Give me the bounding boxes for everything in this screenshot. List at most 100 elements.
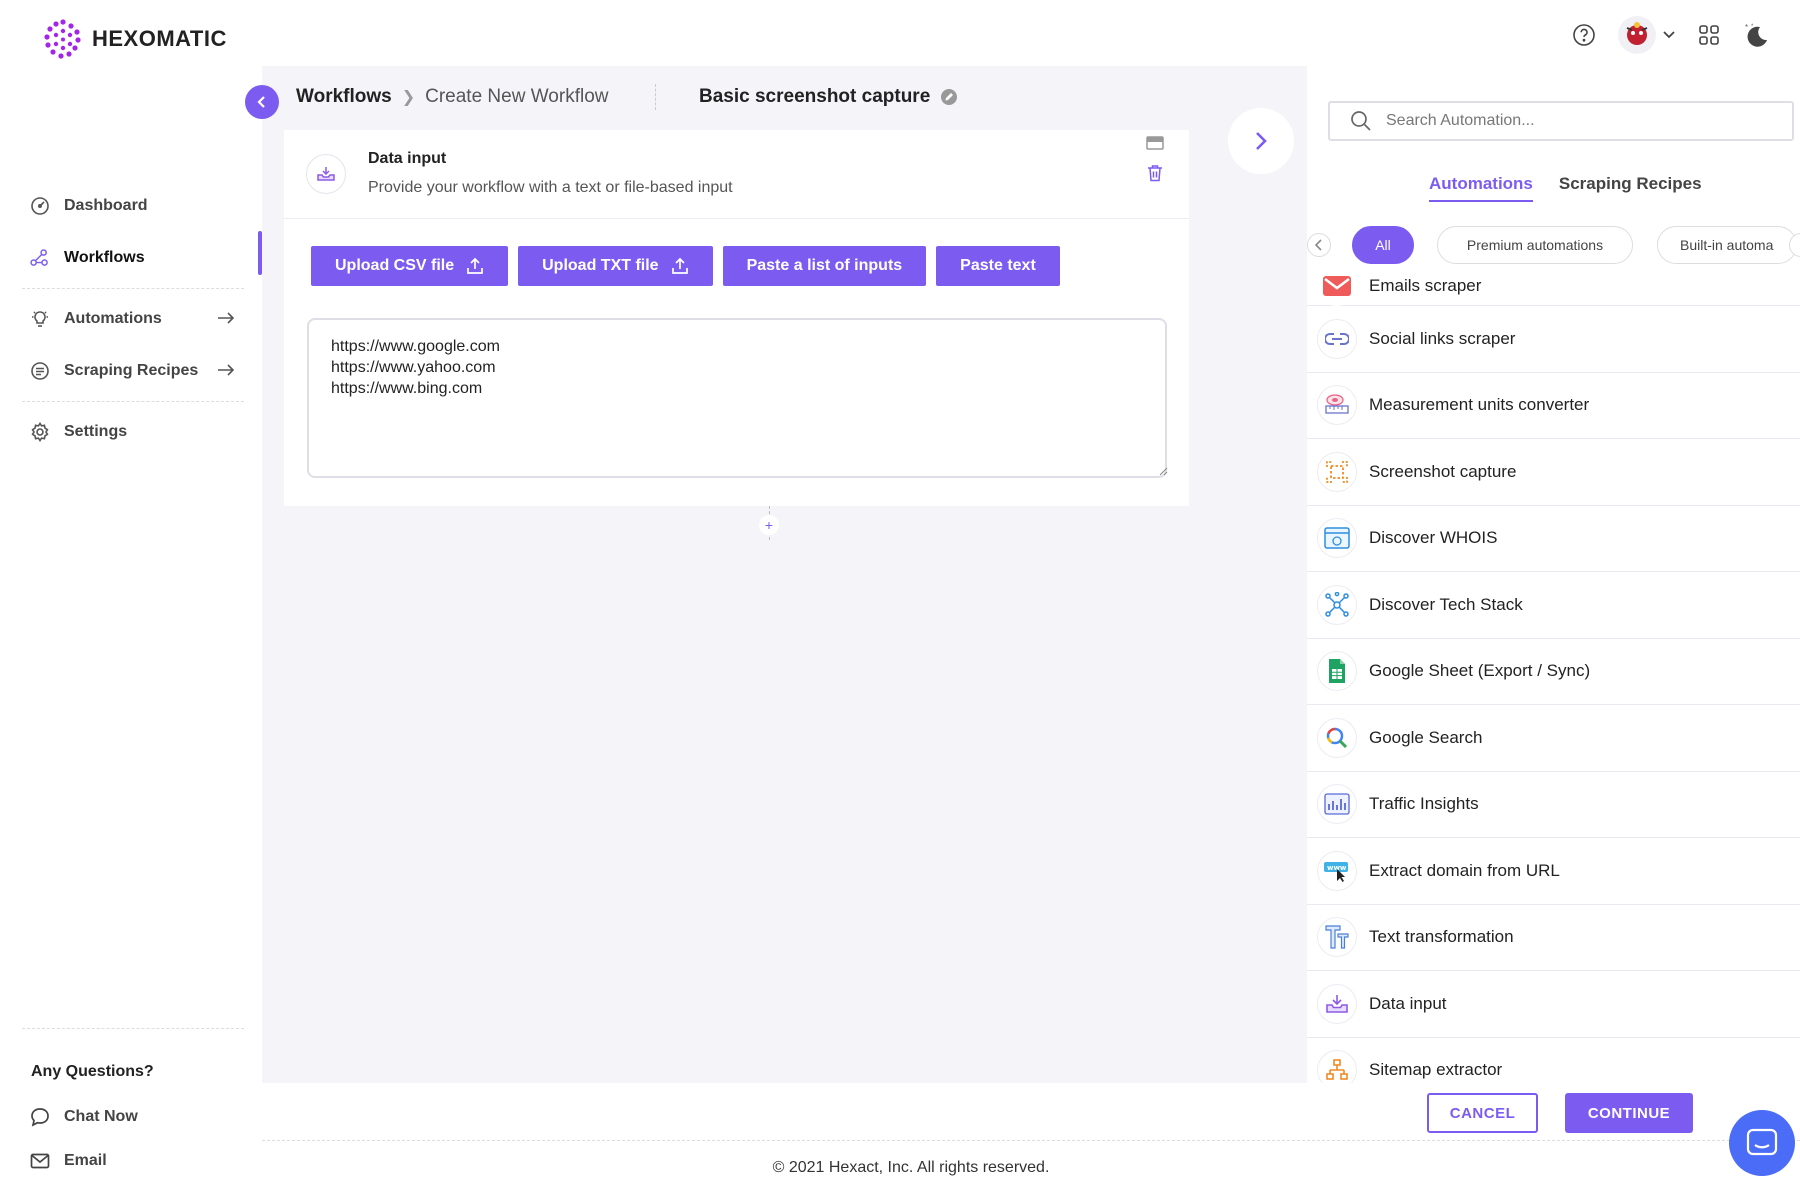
- chip-built-in-automations[interactable]: Built-in automa: [1657, 226, 1797, 264]
- chip-premium-automations[interactable]: Premium automations: [1437, 226, 1633, 264]
- automation-item-label: Discover Tech Stack: [1369, 594, 1523, 614]
- search-box: [1328, 101, 1794, 141]
- breadcrumb: Workflows ❯ Create New Workflow: [296, 86, 609, 108]
- automation-item-label: Data input: [1369, 993, 1447, 1013]
- automation-item-social-links-scraper[interactable]: Social links scraper: [1307, 306, 1800, 373]
- sidebar-item-scraping-recipes[interactable]: Scraping Recipes: [22, 345, 244, 397]
- paste-list-label: Paste a list of inputs: [746, 257, 903, 274]
- google-sheet-icon: [1317, 651, 1357, 692]
- svg-text:www: www: [1327, 864, 1347, 872]
- user-menu[interactable]: [1618, 16, 1676, 54]
- automation-item-traffic-insights[interactable]: Traffic Insights: [1307, 772, 1800, 838]
- inputs-textarea[interactable]: [307, 318, 1167, 478]
- automation-item-google-sheet[interactable]: Google Sheet (Export / Sync): [1307, 639, 1800, 705]
- tab-automations[interactable]: Automations: [1429, 174, 1533, 202]
- upload-csv-label: Upload CSV file: [335, 257, 455, 274]
- upload-icon: [467, 257, 483, 274]
- filter-chips: All Premium automations Built-in automa: [1307, 226, 1800, 264]
- email-label: Email: [64, 1152, 107, 1169]
- automation-item-label: Google Sheet (Export / Sync): [1369, 661, 1591, 681]
- email-link[interactable]: Email: [22, 1139, 244, 1183]
- gear-icon: [30, 422, 50, 442]
- screenshot-icon: [1317, 451, 1357, 492]
- bulb-icon: [30, 309, 50, 329]
- chips-prev-button[interactable]: [1307, 233, 1331, 257]
- sidebar-item-settings[interactable]: Settings: [22, 406, 244, 458]
- automation-item-emails-scraper[interactable]: Emails scraper: [1307, 266, 1800, 306]
- automation-item-sitemap-extractor[interactable]: Sitemap extractor: [1307, 1038, 1800, 1083]
- automation-panel: Automations Scraping Recipes All Premium…: [1307, 66, 1800, 1083]
- dark-mode-moon-icon[interactable]: * *: [1742, 21, 1770, 49]
- automation-item-discover-whois[interactable]: Discover WHOIS: [1307, 506, 1800, 572]
- chip-all[interactable]: All: [1352, 226, 1414, 264]
- breadcrumb-current: Create New Workflow: [425, 86, 609, 107]
- chevron-right-icon: [1256, 132, 1267, 150]
- logo[interactable]: HEXOMATIC: [42, 18, 227, 60]
- hexomatic-logo-icon: [44, 19, 81, 59]
- automation-item-label: Google Search: [1369, 727, 1483, 747]
- support-title: Any Questions?: [31, 1063, 154, 1080]
- help-icon[interactable]: [1572, 23, 1596, 47]
- data-input-icon: [306, 154, 346, 194]
- paste-text-button[interactable]: Paste text: [936, 246, 1060, 286]
- sidebar: HEXOMATIC Dashboard Workflows Automation…: [0, 0, 262, 1185]
- automation-item-label: Sitemap extractor: [1369, 1060, 1503, 1080]
- data-input-icon: [1317, 983, 1357, 1024]
- sidebar-item-label: Dashboard: [64, 197, 148, 214]
- sidebar-item-workflows[interactable]: Workflows: [22, 232, 244, 284]
- sidebar-item-dashboard[interactable]: Dashboard: [22, 180, 244, 232]
- paste-list-button[interactable]: Paste a list of inputs: [722, 246, 927, 286]
- automation-item-text-transformation[interactable]: Text transformation: [1307, 905, 1800, 971]
- tech-stack-icon: [1317, 584, 1357, 625]
- automation-item-label: Text transformation: [1369, 927, 1514, 947]
- continue-button[interactable]: CONTINUE: [1565, 1093, 1693, 1133]
- trash-icon[interactable]: [1147, 164, 1163, 182]
- plus-icon: +: [764, 517, 774, 533]
- whois-icon: [1317, 518, 1357, 559]
- sidebar-item-label: Settings: [64, 423, 128, 440]
- tab-scraping-recipes[interactable]: Scraping Recipes: [1559, 174, 1702, 202]
- chevron-right-icon: ❯: [401, 89, 416, 106]
- automation-item-google-search[interactable]: Google Search: [1307, 705, 1800, 772]
- nav-divider: [22, 288, 244, 289]
- sidebar-nav: Dashboard Workflows Automations Scraping…: [22, 180, 244, 458]
- arrow-right-icon: [218, 312, 235, 324]
- automation-item-discover-tech-stack[interactable]: Discover Tech Stack: [1307, 572, 1800, 639]
- resize-handle-icon[interactable]: [1158, 466, 1168, 476]
- card-title: Data input: [368, 150, 447, 167]
- apps-grid-icon[interactable]: [1698, 24, 1720, 46]
- sitemap-icon: [1317, 1050, 1357, 1083]
- footer: © 2021 Hexact, Inc. All rights reserved.: [262, 1141, 1800, 1185]
- add-step-button[interactable]: +: [759, 515, 779, 535]
- workflow-title-text: Basic screenshot capture: [699, 86, 931, 107]
- nav-divider: [22, 401, 244, 402]
- breadcrumb-workflows[interactable]: Workflows: [296, 86, 392, 108]
- sidebar-support: Any Questions? Chat Now Email: [22, 1028, 244, 1183]
- edit-pencil-icon[interactable]: [940, 88, 958, 106]
- collapse-sidebar-button[interactable]: [245, 85, 279, 119]
- upload-txt-button[interactable]: Upload TXT file: [518, 246, 713, 286]
- www-cursor-icon: www: [1317, 850, 1357, 891]
- avatar: [1618, 16, 1656, 54]
- chat-widget-button[interactable]: [1729, 1110, 1795, 1176]
- minimize-icon[interactable]: [1146, 136, 1164, 150]
- cancel-button[interactable]: CANCEL: [1427, 1093, 1538, 1133]
- automation-item-screenshot-capture[interactable]: Screenshot capture: [1307, 439, 1800, 506]
- sidebar-item-label: Automations: [64, 310, 162, 327]
- automation-item-extract-domain[interactable]: www Extract domain from URL: [1307, 838, 1800, 905]
- email-icon: [1317, 266, 1357, 306]
- automation-item-label: Screenshot capture: [1369, 461, 1517, 481]
- top-icons: * *: [1572, 16, 1770, 54]
- automation-item-label: Traffic Insights: [1369, 794, 1479, 814]
- chat-now-link[interactable]: Chat Now: [22, 1095, 244, 1139]
- link-icon: [1317, 318, 1357, 359]
- automation-item-data-input[interactable]: Data input: [1307, 971, 1800, 1038]
- upload-csv-button[interactable]: Upload CSV file: [311, 246, 509, 286]
- automation-item-measurement-units-converter[interactable]: Measurement units converter: [1307, 373, 1800, 439]
- next-step-button[interactable]: [1228, 108, 1294, 174]
- chat-now-label: Chat Now: [64, 1108, 138, 1125]
- card-subtitle: Provide your workflow with a text or fil…: [368, 179, 733, 196]
- sidebar-item-automations[interactable]: Automations: [22, 293, 244, 345]
- search-input[interactable]: [1386, 112, 1766, 130]
- automation-item-label: Extract domain from URL: [1369, 860, 1560, 880]
